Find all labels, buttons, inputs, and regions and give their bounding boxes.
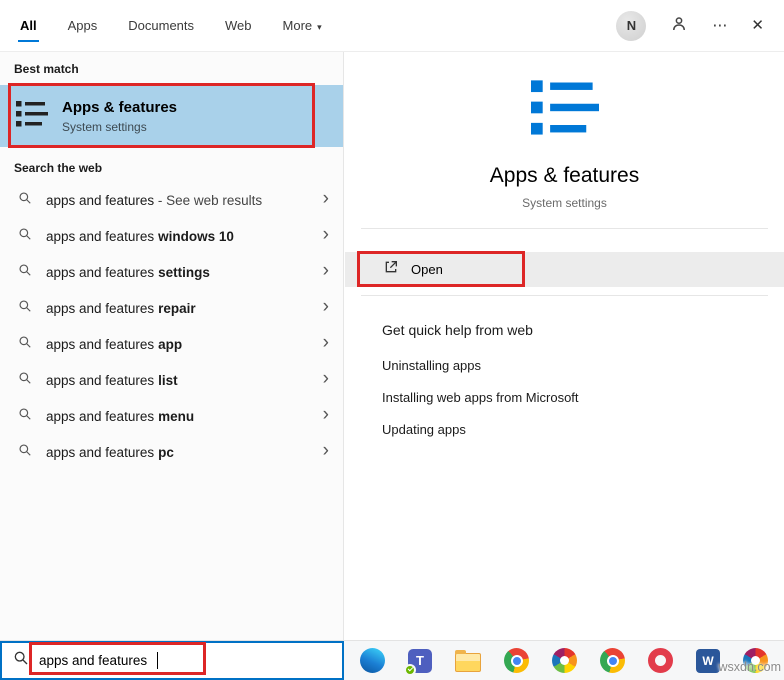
divider [361, 228, 768, 229]
suggestion-completion: repair [158, 300, 196, 316]
suggestion-query: apps and features [46, 228, 155, 244]
text-cursor [157, 652, 159, 669]
tab-more[interactable]: More ▾ [281, 9, 324, 42]
chevron-down-icon: ▾ [317, 22, 322, 32]
suggestion-completion: list [158, 372, 178, 388]
suggestion-completion: menu [158, 408, 195, 424]
search-icon [13, 650, 29, 671]
search-suggestion[interactable]: apps and features settings › [0, 254, 343, 290]
result-title: Apps & features [489, 164, 640, 187]
suggestion-query: apps and features [46, 372, 155, 388]
search-icon [18, 407, 32, 426]
file-explorer-icon[interactable] [455, 649, 481, 672]
search-icon [18, 371, 32, 390]
best-match-header: Best match [14, 62, 79, 76]
search-icon [18, 263, 32, 282]
feedback-icon[interactable] [670, 15, 688, 36]
chrome-icon[interactable] [504, 648, 529, 673]
chevron-right-icon[interactable]: › [323, 369, 329, 391]
opera-icon[interactable] [648, 648, 673, 673]
search-suggestion[interactable]: apps and features menu › [0, 398, 343, 434]
teams-icon[interactable]: T [404, 648, 432, 676]
chevron-right-icon[interactable]: › [323, 261, 329, 283]
search-filter-bar: All Apps Documents Web More ▾ N ⋯ ✕ [0, 0, 784, 52]
chevron-right-icon[interactable]: › [323, 189, 329, 211]
search-suggestion[interactable]: apps and features repair › [0, 290, 343, 326]
search-icon [18, 227, 32, 246]
filter-tabs: All Apps Documents Web More ▾ [18, 9, 324, 42]
edge-icon[interactable] [360, 648, 385, 673]
open-action[interactable]: Open [345, 252, 784, 287]
apps-features-icon [16, 100, 48, 133]
suggestion-completion: app [158, 336, 183, 352]
suggestion-query: apps and features [46, 264, 155, 280]
best-match-result[interactable]: Apps & features System settings [0, 85, 343, 147]
suggestion-query: apps and features [46, 300, 155, 316]
more-options-icon[interactable]: ⋯ [712, 18, 727, 33]
word-letter: W [702, 653, 714, 668]
chevron-right-icon[interactable]: › [323, 405, 329, 427]
suggestion-completion: pc [158, 444, 174, 460]
search-icon [18, 191, 32, 210]
search-input[interactable]: apps and features [0, 641, 344, 680]
search-web-header: Search the web [14, 161, 103, 175]
user-avatar[interactable]: N [616, 10, 647, 41]
close-icon[interactable]: ✕ [751, 18, 764, 33]
watermark: wsxdn.com [718, 660, 781, 674]
apps-features-large-icon [345, 78, 784, 138]
search-suggestion[interactable]: apps and features windows 10 › [0, 218, 343, 254]
suggestion-note: - See web results [154, 192, 263, 208]
best-match-subtitle: System settings [62, 119, 147, 134]
best-match-title: Apps & features [62, 98, 178, 116]
suggestion-query: apps and features [46, 336, 155, 352]
search-input-value: apps and features [39, 653, 148, 668]
help-link-uninstalling[interactable]: Uninstalling apps [382, 358, 481, 373]
chevron-right-icon[interactable]: › [323, 441, 329, 463]
search-icon [18, 443, 32, 462]
quick-help-header: Get quick help from web [382, 322, 533, 338]
chevron-right-icon[interactable]: › [323, 333, 329, 355]
suggestion-query: apps and features [46, 408, 155, 424]
suggestion-query: apps and features [46, 444, 155, 460]
result-detail-panel: Apps & features System settings Open Get… [345, 52, 784, 640]
tab-web[interactable]: Web [223, 9, 254, 42]
tab-documents[interactable]: Documents [126, 9, 196, 42]
topbar-controls: N ⋯ ✕ [616, 10, 764, 41]
search-suggestion[interactable]: apps and features - See web results › [0, 182, 343, 218]
result-subtitle: System settings [522, 196, 607, 210]
chevron-right-icon[interactable]: › [323, 297, 329, 319]
search-suggestion[interactable]: apps and features app › [0, 326, 343, 362]
search-suggestion[interactable]: apps and features list › [0, 362, 343, 398]
color-pinwheel-icon[interactable] [552, 648, 577, 673]
teams-letter: T [416, 653, 424, 668]
search-icon [18, 335, 32, 354]
search-icon [18, 299, 32, 318]
help-link-updating[interactable]: Updating apps [382, 422, 466, 437]
suggestion-completion: windows 10 [158, 228, 234, 244]
tab-apps[interactable]: Apps [66, 9, 100, 42]
open-external-icon [383, 259, 399, 280]
windows-search-flyout: All Apps Documents Web More ▾ N ⋯ ✕ Best … [0, 0, 784, 680]
divider [361, 295, 768, 296]
help-link-installing[interactable]: Installing web apps from Microsoft [382, 390, 579, 405]
word-icon[interactable]: W [696, 648, 720, 673]
chevron-right-icon[interactable]: › [323, 225, 329, 247]
suggestion-query: apps and features [46, 192, 155, 208]
chrome-icon[interactable] [600, 648, 625, 673]
search-suggestion[interactable]: apps and features pc › [0, 434, 343, 470]
suggestion-completion: settings [158, 264, 210, 280]
presence-check-icon [404, 663, 416, 676]
tab-all[interactable]: All [18, 9, 39, 42]
tab-more-label: More [282, 18, 313, 33]
search-results-panel: Best match Apps & features System settin… [0, 52, 344, 640]
open-action-label: Open [411, 262, 443, 277]
